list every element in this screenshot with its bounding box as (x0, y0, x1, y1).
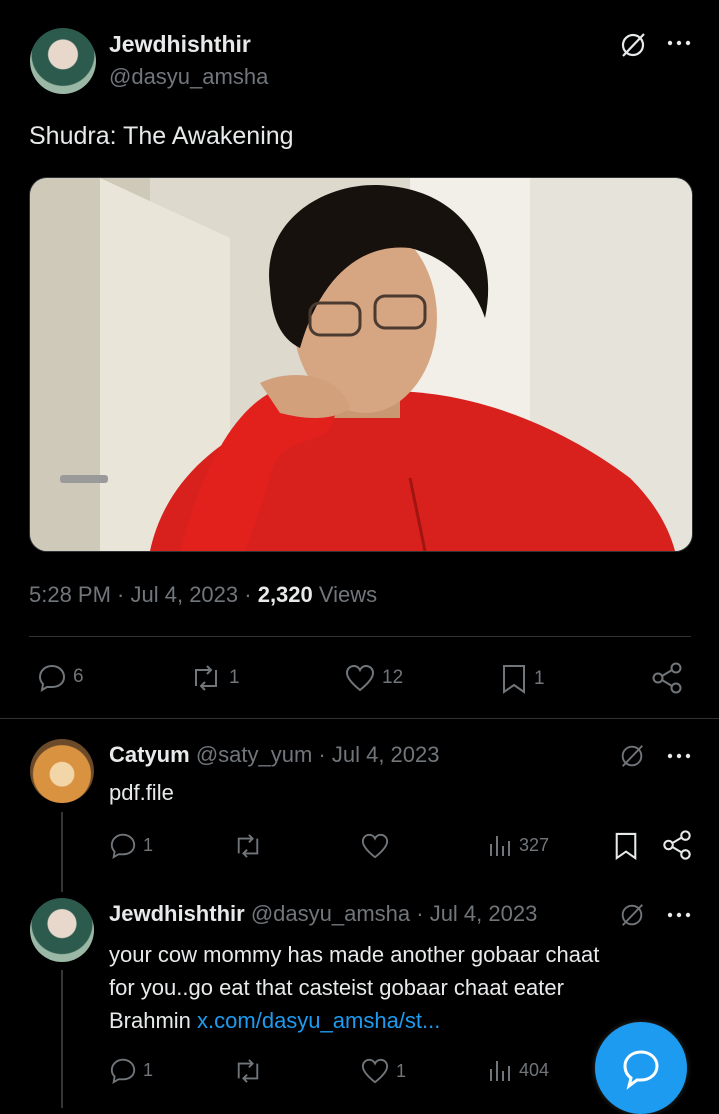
reply-header: Catyum @saty_yum · Jul 4, 2023 (109, 742, 440, 768)
repost-button[interactable] (232, 1058, 264, 1089)
bookmark-count: 1 (534, 668, 545, 689)
views-count: 2,320 (257, 582, 313, 607)
reply-link[interactable]: x.com/dasyu_amsha/st... (197, 1008, 440, 1033)
more-options-icon[interactable] (666, 749, 692, 763)
reply-date[interactable]: · Jul 4, 2023 (416, 901, 537, 926)
reply-count: 1 (143, 1059, 154, 1080)
views-count: 327 (519, 834, 550, 855)
like-button[interactable] (360, 832, 390, 865)
tweet-meta: 5:28 PM · Jul 4, 2023 · 2,320 Views (29, 582, 378, 607)
reply-author-handle[interactable]: @dasyu_amsha (251, 901, 410, 926)
reply-text-line: Brahmin (109, 1008, 191, 1033)
reply-avatar[interactable] (30, 898, 94, 962)
like-button[interactable]: 12 (344, 663, 403, 693)
reply-text: pdf.file (109, 780, 174, 805)
reply-header: Jewdhishthir @dasyu_amsha · Jul 4, 2023 (109, 901, 537, 927)
reply-avatar[interactable] (30, 739, 94, 803)
heart-icon (361, 833, 389, 859)
divider (29, 636, 691, 637)
reply-date[interactable]: · Jul 4, 2023 (318, 742, 439, 767)
reply-text-line: for you..go eat that casteist gobaar cha… (109, 975, 564, 1000)
views-label: Views (318, 582, 378, 607)
reply-button[interactable]: 1 (109, 1056, 153, 1084)
like-button[interactable]: 1 (360, 1057, 406, 1085)
divider (0, 718, 719, 719)
tweet-photo[interactable] (29, 177, 693, 552)
heart-icon (345, 664, 375, 692)
views-count: 404 (519, 1059, 550, 1080)
repost-count: 1 (229, 667, 240, 688)
reply-text-line: your cow mommy has made another gobaar c… (109, 942, 600, 967)
author-name[interactable]: Jewdhishthir (109, 31, 251, 58)
thread-line (61, 812, 63, 892)
tweet-text: Shudra: The Awakening (29, 122, 294, 150)
chat-bubble-icon (623, 1050, 659, 1090)
bookmark-button[interactable] (613, 831, 639, 866)
repost-icon (237, 1059, 259, 1083)
share-button[interactable] (650, 661, 684, 700)
bookmark-icon (503, 665, 525, 694)
repost-icon (237, 834, 259, 858)
bookmark-icon (615, 832, 637, 861)
share-icon (663, 830, 691, 860)
reply-icon (110, 833, 136, 859)
grok-icon[interactable] (618, 901, 646, 929)
views-button[interactable]: 327 (487, 832, 549, 858)
like-count: 1 (396, 1060, 407, 1081)
repost-button[interactable] (232, 833, 264, 864)
author-handle[interactable]: @dasyu_amsha (109, 64, 268, 90)
share-button[interactable] (661, 829, 693, 866)
reply-button[interactable]: 6 (37, 662, 84, 692)
views-button[interactable]: 404 (487, 1057, 549, 1083)
grok-icon[interactable] (618, 742, 646, 770)
grok-icon[interactable] (618, 30, 648, 60)
reply-icon (38, 664, 66, 692)
more-options-icon[interactable] (666, 36, 692, 50)
reply-count: 1 (143, 834, 154, 855)
repost-icon (195, 665, 217, 691)
repost-button[interactable]: 1 (189, 664, 240, 692)
compose-reply-fab[interactable] (595, 1022, 687, 1114)
views-icon (490, 836, 510, 856)
reply-author-name[interactable]: Jewdhishthir (109, 901, 245, 926)
reply-button[interactable]: 1 (109, 831, 153, 859)
reply-author-handle[interactable]: @saty_yum (196, 742, 312, 767)
reply-author-name[interactable]: Catyum (109, 742, 190, 767)
more-options-icon[interactable] (666, 908, 692, 922)
reply-icon (110, 1058, 136, 1084)
views-icon (490, 1061, 510, 1081)
author-avatar[interactable] (30, 28, 96, 94)
tweet-time[interactable]: 5:28 PM (29, 582, 111, 607)
tweet-date[interactable]: Jul 4, 2023 (131, 582, 239, 607)
reply-count: 6 (73, 666, 84, 687)
bookmark-button[interactable]: 1 (500, 663, 545, 695)
share-icon (652, 662, 682, 694)
heart-icon (361, 1058, 389, 1084)
thread-line (61, 970, 63, 1108)
like-count: 12 (382, 667, 404, 688)
